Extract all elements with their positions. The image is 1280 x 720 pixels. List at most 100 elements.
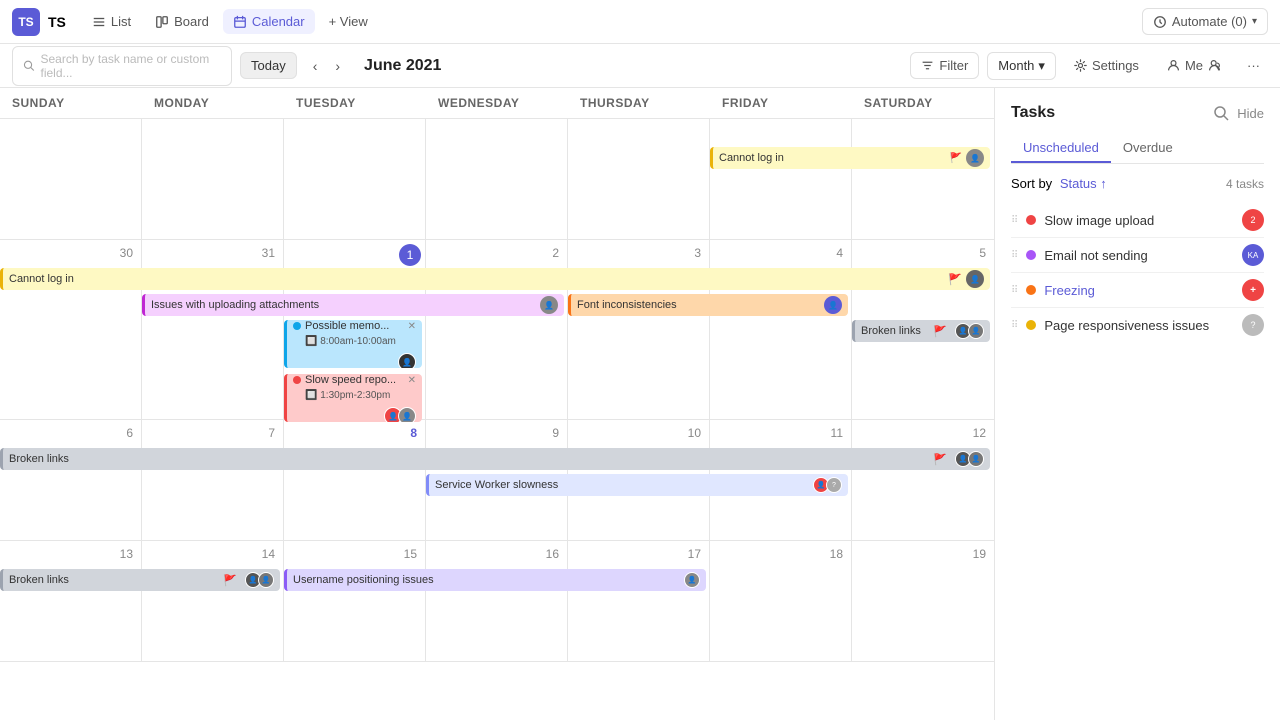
task-item-4[interactable]: ⠿ Page responsiveness issues ? [1011, 308, 1264, 342]
filter-label: Filter [939, 58, 968, 73]
sort-value[interactable]: Status ↑ [1060, 176, 1107, 191]
day-cell-17[interactable]: 17 [568, 541, 710, 661]
prev-month-button[interactable]: ‹ [305, 53, 326, 79]
event-status-dot [293, 376, 301, 384]
event-cannot-log-in-w0[interactable]: Cannot log in 🚩 👤 [710, 147, 990, 169]
day-cell-12[interactable]: 12 [852, 420, 994, 540]
settings-label: Settings [1092, 58, 1139, 73]
search-box[interactable]: Search by task name or custom field... [12, 46, 232, 86]
today-button[interactable]: Today [240, 52, 297, 79]
event-font-inconsistencies[interactable]: Font inconsistencies 👤 [568, 294, 848, 316]
day-cell-31[interactable]: 31 [142, 240, 284, 419]
event-username-positioning[interactable]: Username positioning issues 👤 [284, 569, 706, 591]
event-slow-speed[interactable]: Slow speed repo... ✕ 🔲 1:30pm-2:30pm 👤 👤 [284, 374, 422, 422]
event-service-worker[interactable]: Service Worker slowness 👤 ? [426, 474, 848, 496]
panel-header-icons: Hide [1213, 105, 1264, 121]
flag-icon: 🚩 [933, 453, 947, 466]
task-item-2[interactable]: ⠿ Email not sending KA [1011, 238, 1264, 273]
toolbar: Search by task name or custom field... T… [0, 44, 1280, 88]
event-broken-links-w1[interactable]: Broken links 🚩 👤 👤 [852, 320, 990, 342]
day-number: 18 [714, 545, 847, 563]
task-item-1[interactable]: ⠿ Slow image upload 2 [1011, 203, 1264, 238]
day-cell-4[interactable]: 4 [710, 240, 852, 419]
event-broken-links-w3[interactable]: Broken links 🚩 👤 👤 [0, 569, 280, 591]
day-cell-13[interactable]: 13 [0, 541, 142, 661]
task-status-dot [1026, 320, 1036, 330]
flag-icon: 🚩 [223, 574, 237, 587]
day-cell-7[interactable]: 7 [142, 420, 284, 540]
day-cell[interactable] [142, 119, 284, 239]
filter-button[interactable]: Filter [910, 52, 979, 79]
add-view-btn[interactable]: + View [319, 9, 378, 34]
panel-tabs: Unscheduled Overdue [1011, 134, 1264, 164]
task-avatar: + [1242, 279, 1264, 301]
task-avatar: KA [1242, 244, 1264, 266]
task-name-link[interactable]: Freezing [1044, 283, 1234, 298]
month-button[interactable]: Month ▾ [987, 52, 1056, 80]
day-cell-2[interactable]: 2 [426, 240, 568, 419]
month-title: June 2021 [364, 57, 441, 75]
event-title: Issues with uploading attachments [151, 299, 536, 311]
event-broken-links-w2[interactable]: Broken links 🚩 👤 👤 [0, 448, 990, 470]
close-icon: ✕ [408, 375, 416, 386]
task-name: Page responsiveness issues [1044, 318, 1234, 333]
event-status-dot [293, 322, 301, 330]
hide-button[interactable]: Hide [1237, 106, 1264, 121]
chevron-down-icon: ▾ [1252, 16, 1257, 27]
nav-list-label: List [111, 14, 131, 29]
me-label: Me [1185, 58, 1203, 73]
settings-button[interactable]: Settings [1064, 53, 1149, 78]
day-cell-18[interactable]: 18 [710, 541, 852, 661]
nav-board[interactable]: Board [145, 9, 219, 34]
event-title: Username positioning issues [293, 574, 676, 586]
calendar-body: Cannot log in 🚩 👤 30 31 1 2 3 4 5 [0, 119, 994, 720]
day-cell-30[interactable]: 30 [0, 240, 142, 419]
task-item-3[interactable]: ⠿ Freezing + [1011, 273, 1264, 308]
day-cell[interactable] [284, 119, 426, 239]
day-cell[interactable] [0, 119, 142, 239]
event-possible-memory[interactable]: Possible memo... ✕ 🔲 8:00am-10:00am 👤 [284, 320, 422, 368]
day-header-friday: Friday [710, 88, 852, 118]
me-button[interactable]: Me [1157, 53, 1231, 78]
day-cell-saturday[interactable] [852, 119, 994, 239]
day-cell-3[interactable]: 3 [568, 240, 710, 419]
nav-arrows: ‹ › [305, 53, 348, 79]
day-cell-6[interactable]: 6 [0, 420, 142, 540]
day-number: 6 [4, 424, 137, 442]
event-title: Broken links [9, 453, 929, 465]
tasks-panel: Tasks Hide Unscheduled Overdue Sort by S… [995, 88, 1280, 720]
event-avatar: 👤 [966, 149, 984, 167]
event-cannot-log-in[interactable]: Cannot log in 🚩 👤 [0, 268, 990, 290]
day-header-monday: Monday [142, 88, 284, 118]
nav-calendar[interactable]: Calendar [223, 9, 315, 34]
more-options-button[interactable]: ··· [1239, 53, 1268, 78]
nav-board-label: Board [174, 14, 209, 29]
event-issues-attachments[interactable]: Issues with uploading attachments 👤 [142, 294, 564, 316]
day-cell-friday[interactable] [710, 119, 852, 239]
day-cell[interactable] [426, 119, 568, 239]
tab-unscheduled[interactable]: Unscheduled [1011, 134, 1111, 163]
day-cell-8[interactable]: 8 [284, 420, 426, 540]
day-cell-15[interactable]: 15 [284, 541, 426, 661]
day-cell-14[interactable]: 14 [142, 541, 284, 661]
day-cell-16[interactable]: 16 [426, 541, 568, 661]
day-number: 14 [146, 545, 279, 563]
search-icon[interactable] [1213, 105, 1229, 121]
day-cell[interactable] [568, 119, 710, 239]
day-number: 10 [572, 424, 705, 442]
app-title: TS [48, 14, 66, 30]
search-icon [23, 59, 35, 72]
day-number: 7 [146, 424, 279, 442]
task-avatar: 2 [1242, 209, 1264, 231]
nav-list[interactable]: List [82, 9, 141, 34]
user-icon [1167, 59, 1180, 72]
task-avatar: ? [1242, 314, 1264, 336]
drag-handle-icon: ⠿ [1011, 250, 1018, 261]
task-status-dot [1026, 285, 1036, 295]
tab-overdue[interactable]: Overdue [1111, 134, 1185, 163]
day-cell-19[interactable]: 19 [852, 541, 994, 661]
next-month-button[interactable]: › [327, 53, 348, 79]
day-number-today: 1 [399, 244, 421, 266]
automate-button[interactable]: Automate (0) ▾ [1142, 8, 1268, 35]
event-time: 🔲 8:00am-10:00am [293, 336, 396, 347]
